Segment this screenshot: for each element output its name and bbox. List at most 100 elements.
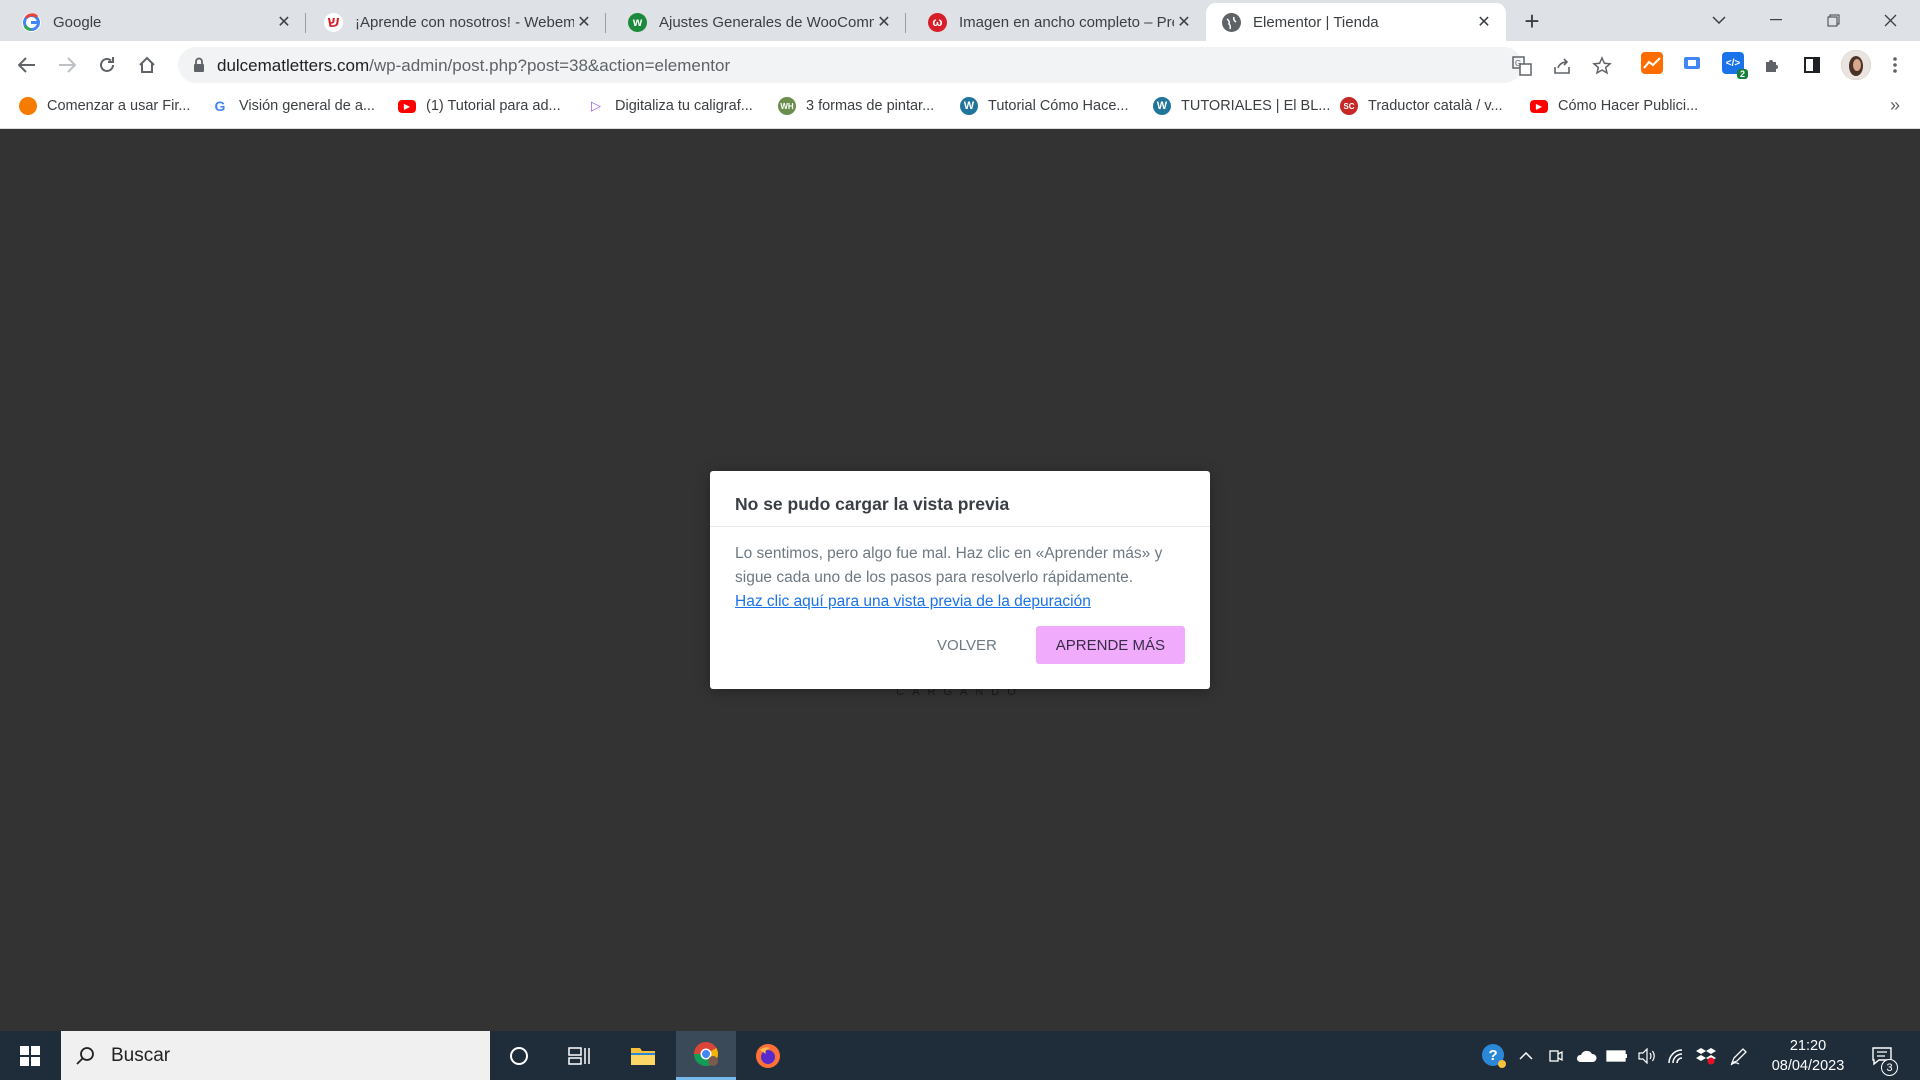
bookmark-label: TUTORIALES | El BL... — [1181, 98, 1331, 114]
chrome-taskbar-icon[interactable] — [676, 1031, 736, 1080]
bookmark-item[interactable]: ▶ Cómo Hacer Publici... — [1530, 89, 1698, 123]
help-icon[interactable]: ? — [1476, 1031, 1512, 1080]
wh-site-icon: WH — [778, 97, 796, 115]
profile-avatar[interactable] — [1841, 50, 1871, 80]
softcatala-icon: SC — [1340, 97, 1358, 115]
tab-strip: Google ✕ ש ¡Aprende con nosotros! - Webe… — [0, 0, 1920, 41]
reload-icon[interactable] — [93, 51, 121, 79]
youtube-icon: ▶ — [398, 99, 416, 113]
windows-taskbar: Buscar ? 21:20 08/04/2023 3 — [0, 1031, 1920, 1080]
bookmark-label: Comenzar a usar Fir... — [47, 98, 191, 114]
puzzle-extensions-icon[interactable] — [1758, 51, 1786, 79]
back-button[interactable]: VOLVER — [917, 627, 1017, 664]
close-icon[interactable]: ✕ — [574, 12, 594, 32]
pen-workspace-icon[interactable] — [1726, 1031, 1752, 1080]
webempresa-icon: ש — [324, 12, 343, 32]
close-icon[interactable]: ✕ — [1474, 12, 1494, 32]
close-icon[interactable]: ✕ — [274, 12, 294, 32]
volume-icon[interactable] — [1634, 1031, 1660, 1080]
wordpress-icon: W — [1153, 97, 1171, 115]
dialog-actions: VOLVER APRENDE MÁS — [917, 626, 1185, 664]
restore-icon[interactable] — [1813, 6, 1853, 34]
search-placeholder: Buscar — [111, 1044, 171, 1066]
tray-chevron-up-icon[interactable] — [1514, 1031, 1538, 1080]
tab-search-chevron-icon[interactable] — [1699, 6, 1739, 34]
tab-webempresa[interactable]: ש ¡Aprende con nosotros! - Webem ✕ — [306, 3, 606, 41]
address-bar[interactable]: dulcematletters.com/wp-admin/post.php?po… — [178, 47, 1612, 83]
bookmark-label: Visión general de a... — [239, 98, 375, 114]
bookmarks-overflow-icon[interactable]: » — [1890, 95, 1900, 116]
bookmark-star-icon[interactable] — [1592, 56, 1612, 76]
tab-title: Google — [53, 13, 102, 31]
webempresa-icon: ω — [928, 12, 947, 32]
dropbox-icon[interactable] — [1693, 1031, 1719, 1080]
tab-imagen[interactable]: ω Imagen en ancho completo – Pre ✕ — [906, 3, 1206, 41]
share-icon[interactable] — [1552, 56, 1572, 76]
notifications-icon[interactable]: 3 — [1864, 1031, 1900, 1080]
bookmark-label: (1) Tutorial para ad... — [426, 98, 561, 114]
svg-text:G: G — [1515, 59, 1521, 68]
bookmark-label: Traductor català / v... — [1368, 98, 1503, 114]
windows-start-icon[interactable] — [0, 1031, 60, 1080]
clock-time: 21:20 — [1789, 1038, 1827, 1054]
learn-more-button[interactable]: APRENDE MÁS — [1035, 626, 1185, 664]
url-domain: dulcematletters.com — [217, 56, 370, 75]
globe-icon — [1222, 12, 1241, 32]
forward-arrow-icon[interactable] — [53, 51, 81, 79]
tab-title: ¡Aprende con nosotros! - Webem — [355, 13, 574, 31]
translate-icon[interactable]: G — [1512, 56, 1532, 76]
browser-toolbar: dulcematletters.com/wp-admin/post.php?po… — [0, 41, 1920, 89]
preview-error-dialog: No se pudo cargar la vista previa Lo sen… — [710, 471, 1210, 689]
lock-icon[interactable] — [190, 56, 208, 74]
tab-woocommerce[interactable]: w Ajustes Generales de WooComm ✕ — [606, 3, 906, 41]
youtube-icon: ▶ — [1530, 99, 1548, 113]
play-triangle-icon: ▷ — [587, 97, 605, 115]
extension-badge: 2 — [1736, 69, 1748, 79]
close-icon[interactable]: ✕ — [874, 12, 894, 32]
notification-badge: 3 — [1881, 1059, 1898, 1076]
close-icon[interactable]: ✕ — [1174, 12, 1194, 32]
tab-google[interactable]: Google ✕ — [0, 3, 306, 41]
minimize-icon[interactable] — [1756, 6, 1796, 34]
bookmark-item[interactable]: G Visión general de a... — [211, 89, 375, 123]
bookmark-item[interactable]: WH 3 formas de pintar... — [778, 89, 934, 123]
kebab-menu-icon[interactable] — [1881, 51, 1909, 79]
google-icon: G — [211, 97, 229, 115]
bookmark-item[interactable]: Comenzar a usar Fir... — [19, 89, 190, 123]
translate-extension-icon[interactable] — [1681, 52, 1703, 74]
onedrive-cloud-icon[interactable] — [1573, 1031, 1599, 1080]
tab-title: Imagen en ancho completo – Pre — [959, 13, 1174, 31]
tab-title: Ajustes Generales de WooComm — [659, 13, 874, 31]
analytics-extension-icon[interactable] — [1641, 52, 1663, 74]
firefox-taskbar-icon[interactable] — [740, 1031, 796, 1080]
battery-icon[interactable] — [1604, 1031, 1630, 1080]
meet-now-icon[interactable] — [1544, 1031, 1568, 1080]
tab-title: Elementor | Tienda — [1253, 13, 1379, 31]
bookmark-item[interactable]: ▶ (1) Tutorial para ad... — [398, 89, 561, 123]
bookmark-label: Digitaliza tu caligraf... — [615, 98, 753, 114]
bookmark-label: Cómo Hacer Publici... — [1558, 98, 1699, 114]
wifi-icon[interactable] — [1664, 1031, 1690, 1080]
dialog-message: Lo sentimos, pero algo fue mal. Haz clic… — [735, 545, 1163, 586]
file-explorer-icon[interactable] — [615, 1031, 671, 1080]
bookmark-item[interactable]: W TUTORIALES | El BL... — [1153, 89, 1330, 123]
home-icon[interactable] — [133, 51, 161, 79]
tab-elementor[interactable]: Elementor | Tienda ✕ — [1206, 3, 1506, 41]
code-extension-icon[interactable]: </> 2 — [1722, 52, 1748, 79]
debug-preview-link[interactable]: Haz clic aquí para una vista previa de l… — [735, 593, 1091, 610]
bookmark-item[interactable]: ▷ Digitaliza tu caligraf... — [587, 89, 753, 123]
taskbar-search-box[interactable]: Buscar — [61, 1031, 490, 1080]
task-view-icon[interactable] — [551, 1031, 607, 1080]
system-clock[interactable]: 21:20 08/04/2023 — [1758, 1036, 1858, 1076]
new-tab-icon[interactable]: + — [1520, 6, 1544, 36]
side-panel-icon[interactable] — [1798, 51, 1826, 79]
woocommerce-icon: w — [628, 12, 647, 32]
cortana-icon[interactable] — [491, 1031, 547, 1080]
back-arrow-icon[interactable] — [13, 51, 41, 79]
firebase-icon — [19, 97, 37, 115]
dialog-title: No se pudo cargar la vista previa — [710, 471, 1210, 527]
wordpress-icon: W — [960, 97, 978, 115]
close-window-icon[interactable] — [1870, 6, 1910, 34]
bookmark-item[interactable]: SC Traductor català / v... — [1340, 89, 1503, 123]
bookmark-item[interactable]: W Tutorial Cómo Hace... — [960, 89, 1128, 123]
